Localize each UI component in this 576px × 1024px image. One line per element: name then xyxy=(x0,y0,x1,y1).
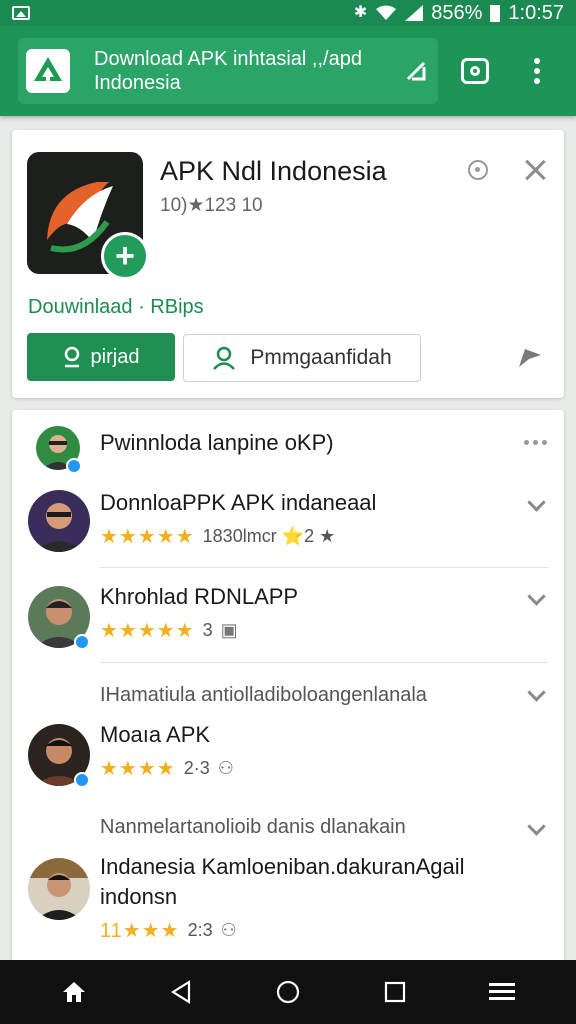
navigation-bar xyxy=(0,960,576,1024)
save-icon: ▣ xyxy=(220,620,238,640)
list-item-rating: ★★★★ 2·3 ⚇ xyxy=(100,756,234,781)
camera-icon[interactable] xyxy=(452,48,498,94)
install-button[interactable]: pirjad xyxy=(27,333,175,381)
url-line-1: Download APK inhtasial ,,/apd xyxy=(94,48,362,70)
user-icon: ⚇ xyxy=(217,758,234,778)
list-item-title[interactable]: DonnloaPPK APK indaneaal xyxy=(100,490,376,516)
circle-home-icon[interactable] xyxy=(264,968,312,1016)
rating-stars: ★★★★ xyxy=(100,758,176,780)
status-bar: ✱ 856% 1:0:57 xyxy=(0,0,576,26)
bluetooth-icon: ✱ xyxy=(353,4,368,21)
rating-text: 2:3 xyxy=(187,920,213,940)
rating-text: 3 xyxy=(202,620,213,640)
list-header: Pwinnloda lanpine oKP) xyxy=(100,430,334,455)
target-icon[interactable] xyxy=(460,152,496,188)
related-list-card: Pwinnloda lanpine oKP) DonnloaPPK APK in… xyxy=(12,410,564,970)
user-icon: ⚇ xyxy=(220,920,237,940)
wifi-icon xyxy=(376,5,397,20)
chevron-down-icon[interactable] xyxy=(522,817,550,840)
browser-toolbar: Download APK inhtasial ,,/apd Indonesia xyxy=(0,26,576,116)
divider xyxy=(100,567,548,568)
battery-icon xyxy=(490,4,501,22)
list-item-rating: 11★★★ 2:3 ⚇ xyxy=(100,918,237,943)
rating-stars: ★★★★★ xyxy=(100,620,195,642)
add-badge-icon: + xyxy=(101,232,149,280)
more-horiz-icon[interactable] xyxy=(524,440,547,445)
list-item-title[interactable]: Khrohlad RDNLAPP xyxy=(100,584,298,610)
app-name: APK Ndl Indonesia xyxy=(160,156,387,186)
site-logo-icon xyxy=(18,38,78,104)
list-item-title[interactable]: Moaıa APK xyxy=(100,722,210,748)
back-icon[interactable] xyxy=(157,968,205,1016)
verified-badge-icon xyxy=(66,458,82,474)
list-item-caption: IHamatiula antiolladiboloangenlanala xyxy=(100,684,427,706)
url-text[interactable]: Download APK inhtasial ,,/apd Indonesia xyxy=(78,47,394,95)
more-vert-icon[interactable] xyxy=(514,48,560,94)
home-icon[interactable] xyxy=(50,968,98,1016)
edit-url-icon[interactable] xyxy=(394,38,438,104)
app-rating-meta: 10)★123 10 xyxy=(160,195,263,216)
install-icon xyxy=(64,346,79,368)
chevron-down-icon[interactable] xyxy=(522,683,550,706)
list-item-caption: Nanmelartanolioib danis dlanakain xyxy=(100,816,406,838)
close-icon[interactable] xyxy=(517,152,553,188)
secondary-button-label: Pmmgaanfidah xyxy=(250,346,392,369)
list-item-rating: ★★★★★ 1830lmcr ⭐2 ★ xyxy=(100,524,335,549)
menu-icon[interactable] xyxy=(478,968,526,1016)
developer-link[interactable]: Douwinlaad · RBips xyxy=(28,296,204,319)
app-info-card: + APK Ndl Indonesia 10)★123 10 Douwinlaa… xyxy=(12,130,564,398)
rating-stars: 11★★★ xyxy=(100,920,180,942)
verified-badge-icon xyxy=(74,772,90,788)
divider xyxy=(100,662,548,663)
signal-icon xyxy=(405,5,424,21)
avatar xyxy=(28,858,90,920)
image-notification-icon xyxy=(12,6,30,20)
list-item-title[interactable]: Indanesia Kamloeniban.dakuranAgail xyxy=(100,854,464,880)
clock: 1:0:57 xyxy=(508,1,564,24)
rating-text: 1830lmcr ⭐2 ★ xyxy=(202,526,336,546)
chevron-down-icon[interactable] xyxy=(522,493,550,516)
chevron-down-icon[interactable] xyxy=(522,587,550,610)
rating-stars: ★★★★★ xyxy=(100,526,195,548)
person-icon xyxy=(213,346,236,370)
avatar xyxy=(28,490,90,552)
secondary-button[interactable]: Pmmgaanfidah xyxy=(183,334,421,382)
url-line-2: Indonesia xyxy=(94,72,181,94)
flag-icon[interactable] xyxy=(512,340,548,376)
app-icon: + xyxy=(27,152,149,280)
list-item-title-line2: indonsn xyxy=(100,884,178,909)
rating-text: 2·3 xyxy=(183,758,210,778)
battery-percentage: 856% xyxy=(431,1,483,24)
list-item-rating: ★★★★★ 3 ▣ xyxy=(100,618,238,643)
recents-icon[interactable] xyxy=(371,968,419,1016)
verified-badge-icon xyxy=(74,634,90,650)
install-button-label: pirjad xyxy=(90,345,140,368)
url-bar[interactable]: Download APK inhtasial ,,/apd Indonesia xyxy=(18,38,438,104)
